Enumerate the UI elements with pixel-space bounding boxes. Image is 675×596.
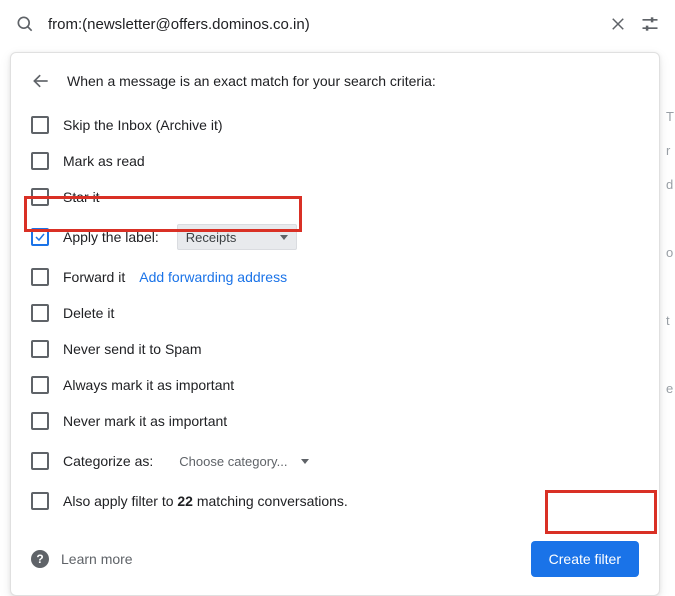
option-delete[interactable]: Delete it <box>31 295 639 331</box>
checkbox[interactable] <box>31 152 49 170</box>
checkbox[interactable] <box>31 376 49 394</box>
option-label: Never send it to Spam <box>63 341 202 357</box>
search-icon[interactable] <box>14 13 36 35</box>
checkbox[interactable] <box>31 228 49 246</box>
category-select-value: Choose category... <box>179 454 287 469</box>
category-select[interactable]: Choose category... <box>171 448 317 474</box>
option-mark-read[interactable]: Mark as read <box>31 143 639 179</box>
option-label: Star it <box>63 189 100 205</box>
label-select[interactable]: Receipts <box>177 224 297 250</box>
option-always-important[interactable]: Always mark it as important <box>31 367 639 403</box>
panel-footer: ? Learn more Create filter <box>31 541 639 577</box>
option-label: Mark as read <box>63 153 145 169</box>
checkbox[interactable] <box>31 340 49 358</box>
add-forwarding-link[interactable]: Add forwarding address <box>139 269 287 285</box>
create-filter-panel: When a message is an exact match for you… <box>10 52 660 596</box>
option-label: Delete it <box>63 305 114 321</box>
learn-more-label: Learn more <box>61 551 133 567</box>
option-categorize[interactable]: Categorize as: Choose category... <box>31 439 639 483</box>
search-input[interactable] <box>46 15 597 34</box>
label-select-value: Receipts <box>186 230 237 245</box>
option-label: Also apply filter to 22 matching convers… <box>63 493 348 509</box>
option-label: Categorize as: <box>63 453 153 469</box>
search-bar <box>0 0 675 48</box>
clear-search-icon[interactable] <box>607 13 629 35</box>
panel-header: When a message is an exact match for you… <box>31 71 639 91</box>
option-never-spam[interactable]: Never send it to Spam <box>31 331 639 367</box>
panel-title: When a message is an exact match for you… <box>67 73 436 89</box>
checkbox[interactable] <box>31 492 49 510</box>
option-forward[interactable]: Forward it Add forwarding address <box>31 259 639 295</box>
background-results-sliver: Trd o t ee <box>666 100 674 420</box>
option-label: Always mark it as important <box>63 377 234 393</box>
checkbox[interactable] <box>31 304 49 322</box>
help-icon: ? <box>31 550 49 568</box>
caret-down-icon <box>280 235 288 240</box>
learn-more-link[interactable]: ? Learn more <box>31 550 133 568</box>
caret-down-icon <box>301 459 309 464</box>
option-never-important[interactable]: Never mark it as important <box>31 403 639 439</box>
option-also-apply[interactable]: Also apply filter to 22 matching convers… <box>31 483 639 519</box>
option-label: Never mark it as important <box>63 413 227 429</box>
option-label: Skip the Inbox (Archive it) <box>63 117 223 133</box>
back-icon[interactable] <box>31 71 51 91</box>
checkbox[interactable] <box>31 412 49 430</box>
option-star[interactable]: Star it <box>31 179 639 215</box>
option-skip-inbox[interactable]: Skip the Inbox (Archive it) <box>31 107 639 143</box>
option-label: Forward it <box>63 269 125 285</box>
create-filter-button[interactable]: Create filter <box>531 541 639 577</box>
checkbox[interactable] <box>31 188 49 206</box>
checkbox[interactable] <box>31 116 49 134</box>
checkbox[interactable] <box>31 452 49 470</box>
option-label: Apply the label: <box>63 229 159 245</box>
option-apply-label[interactable]: Apply the label: Receipts <box>31 215 639 259</box>
search-options-icon[interactable] <box>639 13 661 35</box>
checkbox[interactable] <box>31 268 49 286</box>
